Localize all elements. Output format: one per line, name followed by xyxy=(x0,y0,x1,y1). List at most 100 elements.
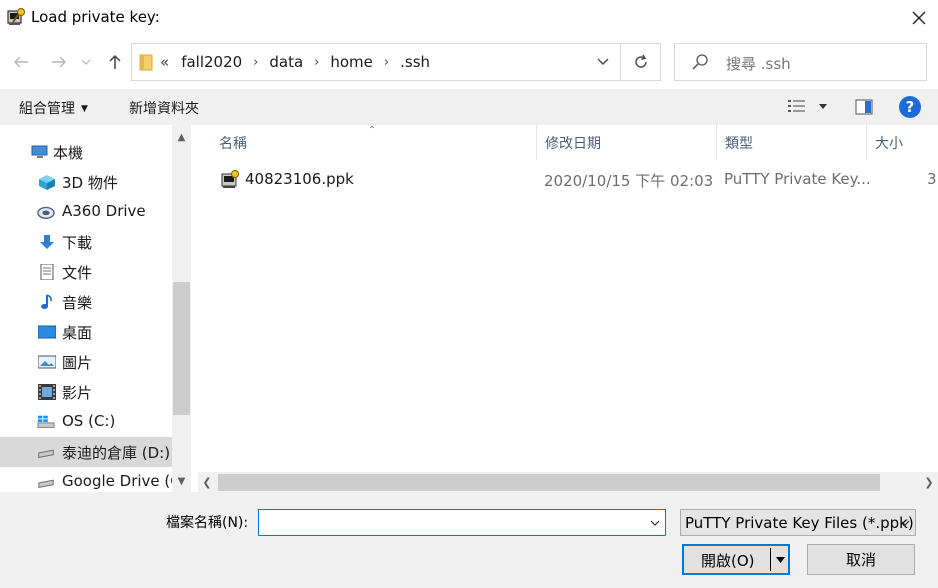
close-icon xyxy=(912,11,926,25)
up-button[interactable] xyxy=(102,49,128,75)
breadcrumb: « fall2020 › data › home › .ssh xyxy=(160,44,430,80)
help-icon: ? xyxy=(905,98,915,116)
sidebar-item-teddy-d[interactable]: 泰迪的倉庫 (D:) xyxy=(0,437,172,467)
folder-icon xyxy=(139,54,153,71)
download-icon xyxy=(40,235,54,249)
sidebar-item-this-pc[interactable]: 本機 xyxy=(0,137,172,167)
help-button[interactable]: ? xyxy=(899,96,921,118)
scroll-up-icon[interactable]: ▲ xyxy=(172,129,191,146)
file-list-scrollbar[interactable]: ❮ ❯ xyxy=(198,472,938,492)
filter-dropdown-button[interactable] xyxy=(897,510,913,535)
dialog-title: Load private key: xyxy=(31,8,160,26)
cloud-drive-icon xyxy=(37,206,55,219)
sidebar-item-google-drive[interactable]: Google Drive (G:) xyxy=(0,467,172,492)
chevron-right-icon[interactable]: › xyxy=(253,55,258,70)
sidebar-item-label: A360 Drive xyxy=(62,202,146,220)
putty-key-icon xyxy=(7,8,25,25)
sidebar-item-label: 影片 xyxy=(62,384,93,402)
breadcrumb-item[interactable]: data xyxy=(269,53,303,71)
scrollbar-thumb[interactable] xyxy=(218,474,880,491)
sidebar-item-label: 下載 xyxy=(62,234,93,252)
sidebar-item-a360-drive[interactable]: A360 Drive xyxy=(0,197,172,227)
sidebar-item-desktop[interactable]: 桌面 xyxy=(0,317,172,347)
back-button[interactable] xyxy=(8,49,34,75)
scroll-right-icon[interactable]: ❯ xyxy=(920,472,938,492)
column-header-size[interactable]: 大小 xyxy=(867,125,938,160)
load-private-key-dialog: Load private key: « fall2020 › data › ho… xyxy=(0,0,938,588)
filename-input[interactable] xyxy=(258,509,666,536)
sidebar-item-label: 圖片 xyxy=(62,354,93,372)
column-header-modified[interactable]: 修改日期 xyxy=(537,125,717,160)
cancel-label: 取消 xyxy=(845,551,876,569)
chevron-down-icon xyxy=(650,520,660,526)
picture-icon xyxy=(38,355,56,369)
breadcrumb-item[interactable]: home xyxy=(330,53,373,71)
computer-icon xyxy=(31,145,48,158)
file-type: PuTTY Private Key... xyxy=(724,170,871,188)
filename-label: 檔案名稱(N): xyxy=(166,515,249,531)
scrollbar-thumb[interactable] xyxy=(173,282,190,415)
sidebar-item-label: 文件 xyxy=(62,264,93,282)
sidebar-item-os-c[interactable]: OS (C:) xyxy=(0,407,172,437)
close-button[interactable] xyxy=(900,0,938,36)
file-row[interactable]: 40823106.ppk 2020/10/15 下午 02:03 PuTTY P… xyxy=(215,164,938,196)
breadcrumb-overflow[interactable]: « xyxy=(160,53,169,71)
arrow-left-icon xyxy=(14,56,28,68)
column-label: 大小 xyxy=(875,135,903,152)
search-input[interactable]: 搜尋 .ssh xyxy=(674,43,927,81)
sidebar-item-3d-objects[interactable]: 3D 物件 xyxy=(0,167,172,197)
drive-icon xyxy=(38,479,54,488)
sidebar-item-downloads[interactable]: 下載 xyxy=(0,227,172,257)
chevron-down-icon xyxy=(597,58,609,65)
chevron-right-icon[interactable]: › xyxy=(384,55,389,70)
cancel-button[interactable]: 取消 xyxy=(807,544,915,575)
view-options-icon[interactable] xyxy=(787,98,827,116)
file-modified: 2020/10/15 下午 02:03 xyxy=(544,172,714,190)
windows-drive-icon xyxy=(37,415,55,428)
open-dropdown-button[interactable] xyxy=(772,546,788,573)
breadcrumb-item[interactable]: .ssh xyxy=(400,53,430,71)
navigation-pane: 本機 3D 物件 A360 Drive 下載 文件 音樂 桌面 圖片 影片 OS… xyxy=(0,125,192,492)
refresh-icon xyxy=(635,54,647,68)
organize-button[interactable]: 組合管理 ▼ xyxy=(19,98,88,118)
address-bar[interactable]: « fall2020 › data › home › .ssh xyxy=(131,43,661,81)
sidebar-item-documents[interactable]: 文件 xyxy=(0,257,172,287)
sidebar-item-music[interactable]: 音樂 xyxy=(0,287,172,317)
dialog-footer xyxy=(0,492,938,588)
caret-down-icon: ▼ xyxy=(81,104,88,114)
scroll-down-icon[interactable]: ▼ xyxy=(172,473,191,490)
forward-button[interactable] xyxy=(46,49,72,75)
drive-icon xyxy=(38,449,54,458)
video-icon xyxy=(38,384,56,400)
split-divider xyxy=(770,548,771,571)
address-dropdown-button[interactable] xyxy=(588,44,618,80)
organize-label: 組合管理 xyxy=(19,101,75,117)
chevron-down-icon xyxy=(81,59,91,65)
recent-locations-button[interactable] xyxy=(78,49,94,75)
column-label: 名稱 xyxy=(219,135,247,152)
breadcrumb-item[interactable]: fall2020 xyxy=(181,53,242,71)
sidebar-item-label: OS (C:) xyxy=(62,412,116,430)
arrow-right-icon xyxy=(52,56,66,68)
preview-pane-icon[interactable] xyxy=(855,99,873,115)
navigation-scrollbar[interactable]: ▲ ▼ xyxy=(172,125,191,492)
sidebar-item-pictures[interactable]: 圖片 xyxy=(0,347,172,377)
search-placeholder: 搜尋 .ssh xyxy=(726,55,791,73)
filename-dropdown-button[interactable] xyxy=(645,510,665,535)
new-folder-button[interactable]: 新增資料夾 xyxy=(129,98,199,118)
caret-down-icon xyxy=(775,556,785,563)
column-header-type[interactable]: 類型 xyxy=(717,125,867,160)
chevron-right-icon[interactable]: › xyxy=(314,55,319,70)
file-type-filter[interactable]: PuTTY Private Key Files (*.ppk) xyxy=(680,509,916,536)
sidebar-item-label: 3D 物件 xyxy=(62,174,118,192)
sidebar-item-videos[interactable]: 影片 xyxy=(0,377,172,407)
column-label: 修改日期 xyxy=(545,135,601,152)
open-button[interactable]: 開啟(O) xyxy=(682,544,790,575)
sort-ascending-icon: ⌃ xyxy=(368,125,377,136)
new-folder-label: 新增資料夾 xyxy=(129,101,199,117)
arrow-up-icon xyxy=(109,54,121,69)
sidebar-item-label: 泰迪的倉庫 (D:) xyxy=(62,444,171,462)
scroll-left-icon[interactable]: ❮ xyxy=(198,472,216,492)
sidebar-item-label: Google Drive (G:) xyxy=(62,472,172,490)
refresh-button[interactable] xyxy=(620,44,661,80)
